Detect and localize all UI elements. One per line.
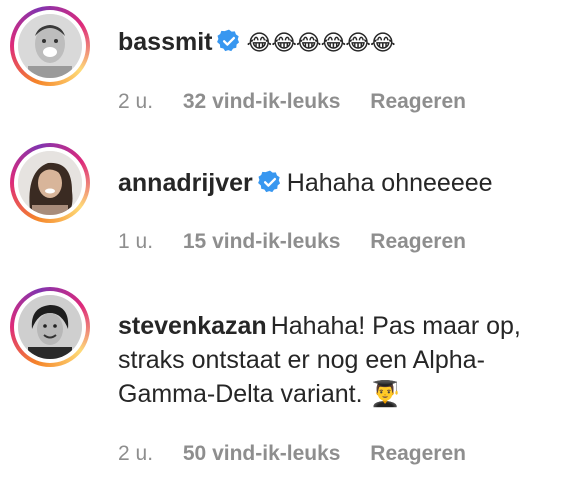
avatar-border <box>14 291 86 363</box>
avatar[interactable] <box>18 151 82 215</box>
comment-likes-count[interactable]: 15 vind-ik-leuks <box>183 230 341 254</box>
comment-username[interactable]: bassmit <box>118 28 212 56</box>
reply-button[interactable]: Reageren <box>370 442 466 466</box>
avatar-story-ring[interactable] <box>10 6 90 86</box>
comment-username[interactable]: annadrijver <box>118 169 253 197</box>
comment-meta: 2 u. 32 vind-ik-leuks Reageren <box>118 90 466 114</box>
comment-body: bassmit 😂😂😂😂😂😂 <box>118 25 558 61</box>
avatar-image-bassmit <box>18 14 82 78</box>
reply-button[interactable]: Reageren <box>370 230 466 254</box>
comment-body: stevenkazan Hahaha! Pas maar op, straks o… <box>118 309 558 411</box>
comment-username[interactable]: stevenkazan <box>118 312 267 340</box>
comment-body: annadrijver Hahaha ohneeeee <box>118 166 558 200</box>
comment-text: Hahaha ohneeeee <box>286 169 493 197</box>
avatar[interactable] <box>18 14 82 78</box>
avatar-story-ring[interactable] <box>10 143 90 223</box>
comment-likes-count[interactable]: 32 vind-ik-leuks <box>183 90 341 114</box>
comment-timestamp[interactable]: 2 u. <box>118 90 153 114</box>
comment-timestamp[interactable]: 1 u. <box>118 230 153 254</box>
verified-badge-icon <box>257 170 280 193</box>
comment-meta: 2 u. 50 vind-ik-leuks Reageren <box>118 442 466 466</box>
verified-badge-icon <box>217 29 240 52</box>
avatar-image-annadrijver <box>18 151 82 215</box>
comment-timestamp[interactable]: 2 u. <box>118 442 153 466</box>
avatar-story-ring[interactable] <box>10 287 90 367</box>
reply-button[interactable]: Reageren <box>370 90 466 114</box>
comment-likes-count[interactable]: 50 vind-ik-leuks <box>183 442 341 466</box>
avatar-image-stevenkazan <box>18 295 82 359</box>
comment-text: 😂😂😂😂😂😂 <box>246 31 395 56</box>
comment-meta: 1 u. 15 vind-ik-leuks Reageren <box>118 230 466 254</box>
avatar[interactable] <box>18 295 82 359</box>
avatar-border <box>14 10 86 82</box>
avatar-border <box>14 147 86 219</box>
